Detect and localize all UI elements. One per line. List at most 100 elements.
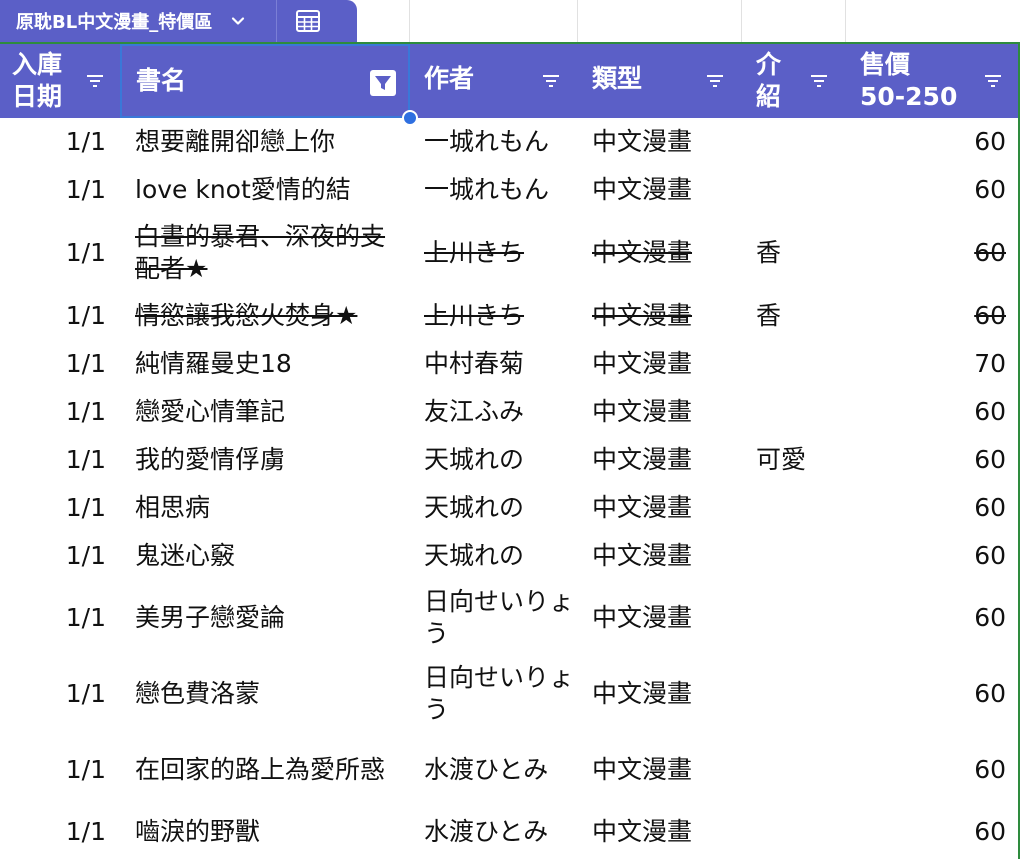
cell-date[interactable]: 1/1 (0, 292, 120, 340)
cell-date[interactable]: 1/1 (0, 388, 120, 436)
cell-price[interactable]: 60 (846, 292, 1018, 340)
cell-author[interactable]: 天城れの (410, 436, 578, 484)
table-row[interactable]: 1/1 白晝的暴君、深夜的支配者★ 上川きち 中文漫畫 香 60 (0, 214, 1018, 292)
table-row[interactable]: 1/1 戀色費洛蒙 日向せいりょう 中文漫畫 60 (0, 656, 1018, 732)
cell-price[interactable]: 60 (846, 532, 1018, 580)
filter-active-icon[interactable] (370, 70, 396, 96)
chevron-down-icon[interactable] (230, 13, 246, 29)
cell-author[interactable]: 天城れの (410, 484, 578, 532)
filter-icon[interactable] (542, 74, 560, 88)
column-header-author[interactable]: 作者 (410, 44, 578, 118)
table-name-dropdown[interactable]: 原耽BL中文漫畫_特價區 (0, 0, 277, 42)
table-row[interactable]: 1/1 純情羅曼史18 中村春菊 中文漫畫 70 (0, 340, 1018, 388)
cell-author[interactable]: 友江ふみ (410, 388, 578, 436)
cell-title[interactable]: 嚙淚的野獸 (122, 808, 408, 856)
cell-type[interactable]: 中文漫畫 (578, 436, 742, 484)
cell-price[interactable]: 60 (846, 388, 1018, 436)
cell-title[interactable]: 鬼迷心竅 (122, 532, 408, 580)
cell-type[interactable]: 中文漫畫 (578, 118, 742, 166)
table-row[interactable]: 1/1 在回家的路上為愛所惑 水渡ひとみ 中文漫畫 60 (0, 732, 1018, 808)
cell-date[interactable]: 1/1 (0, 340, 120, 388)
cell-note[interactable] (742, 484, 846, 532)
column-header-title[interactable]: 書名 (120, 44, 410, 118)
table-row[interactable]: 1/1 love knot愛情的結 一城れもん 中文漫畫 60 (0, 166, 1018, 214)
cell-type[interactable]: 中文漫畫 (578, 214, 742, 292)
cell-title[interactable]: love knot愛情的結 (122, 166, 408, 214)
cell-date[interactable]: 1/1 (0, 656, 120, 732)
cell-price[interactable]: 60 (846, 118, 1018, 166)
cell-note[interactable] (742, 656, 846, 732)
cell-price[interactable]: 60 (846, 808, 1018, 856)
filter-icon[interactable] (86, 74, 104, 88)
cell-price[interactable]: 60 (846, 732, 1018, 808)
cell-date[interactable]: 1/1 (0, 808, 120, 856)
cell-type[interactable]: 中文漫畫 (578, 484, 742, 532)
cell-price[interactable]: 60 (846, 214, 1018, 292)
cell-date[interactable]: 1/1 (0, 580, 120, 656)
cell-price[interactable]: 60 (846, 166, 1018, 214)
cell-note[interactable] (742, 388, 846, 436)
table-row[interactable]: 1/1 美男子戀愛論 日向せいりょう 中文漫畫 60 (0, 580, 1018, 656)
cell-date[interactable]: 1/1 (0, 166, 120, 214)
cell-author[interactable]: 上川きち (410, 214, 578, 292)
cell-type[interactable]: 中文漫畫 (578, 166, 742, 214)
column-header-date[interactable]: 入庫 日期 (0, 44, 120, 118)
table-row[interactable]: 1/1 戀愛心情筆記 友江ふみ 中文漫畫 60 (0, 388, 1018, 436)
table-view-icon[interactable] (295, 9, 321, 33)
column-header-note[interactable]: 介 紹 (742, 44, 846, 118)
cell-author[interactable]: 水渡ひとみ (410, 732, 578, 808)
cell-date[interactable]: 1/1 (0, 436, 120, 484)
cell-author[interactable]: 天城れの (410, 532, 578, 580)
cell-author[interactable]: 水渡ひとみ (410, 808, 578, 856)
cell-title[interactable]: 戀色費洛蒙 (122, 656, 408, 732)
table-row[interactable]: 1/1 情慾讓我慾火焚身★ 上川きち 中文漫畫 香 60 (0, 292, 1018, 340)
cell-note[interactable] (742, 732, 846, 808)
cell-note[interactable] (742, 580, 846, 656)
filter-icon[interactable] (706, 74, 724, 88)
table-chip[interactable]: 原耽BL中文漫畫_特價區 (0, 0, 357, 42)
cell-type[interactable]: 中文漫畫 (578, 732, 742, 808)
cell-price[interactable]: 60 (846, 436, 1018, 484)
filter-icon[interactable] (984, 74, 1002, 88)
cell-title[interactable]: 在回家的路上為愛所惑 (122, 732, 408, 808)
cell-note[interactable]: 香 (742, 292, 846, 340)
cell-date[interactable]: 1/1 (0, 532, 120, 580)
table-row[interactable]: 1/1 相思病 天城れの 中文漫畫 60 (0, 484, 1018, 532)
cell-title[interactable]: 白晝的暴君、深夜的支配者★ (122, 214, 408, 292)
cell-title[interactable]: 情慾讓我慾火焚身★ (122, 292, 408, 340)
table-row[interactable]: 1/1 想要離開卻戀上你 一城れもん 中文漫畫 60 (0, 118, 1018, 166)
cell-title[interactable]: 戀愛心情筆記 (122, 388, 408, 436)
cell-date[interactable]: 1/1 (0, 118, 120, 166)
cell-price[interactable]: 60 (846, 484, 1018, 532)
cell-author[interactable]: 一城れもん (410, 166, 578, 214)
cell-note[interactable] (742, 118, 846, 166)
cell-date[interactable]: 1/1 (0, 214, 120, 292)
cell-title[interactable]: 想要離開卻戀上你 (122, 118, 408, 166)
cell-price[interactable]: 60 (846, 656, 1018, 732)
filter-icon[interactable] (810, 74, 828, 88)
table-row[interactable]: 1/1 我的愛情俘虜 天城れの 中文漫畫 可愛 60 (0, 436, 1018, 484)
cell-type[interactable]: 中文漫畫 (578, 292, 742, 340)
cell-note[interactable] (742, 808, 846, 856)
cell-note[interactable] (742, 532, 846, 580)
table-row[interactable]: 1/1 嚙淚的野獸 水渡ひとみ 中文漫畫 60 (0, 808, 1018, 856)
cell-author[interactable]: 日向せいりょう (410, 580, 578, 656)
cell-price[interactable]: 70 (846, 340, 1018, 388)
cell-note[interactable]: 可愛 (742, 436, 846, 484)
cell-price[interactable]: 60 (846, 580, 1018, 656)
cell-title[interactable]: 美男子戀愛論 (122, 580, 408, 656)
table-row[interactable]: 1/1 鬼迷心竅 天城れの 中文漫畫 60 (0, 532, 1018, 580)
cell-date[interactable]: 1/1 (0, 484, 120, 532)
cell-type[interactable]: 中文漫畫 (578, 656, 742, 732)
selection-drag-handle[interactable] (402, 110, 418, 126)
cell-title[interactable]: 純情羅曼史18 (122, 340, 408, 388)
cell-author[interactable]: 中村春菊 (410, 340, 578, 388)
cell-note[interactable]: 香 (742, 214, 846, 292)
cell-date[interactable]: 1/1 (0, 732, 120, 808)
cell-author[interactable]: 日向せいりょう (410, 656, 578, 732)
cell-type[interactable]: 中文漫畫 (578, 532, 742, 580)
cell-title[interactable]: 相思病 (122, 484, 408, 532)
column-header-price[interactable]: 售價 50-250 (846, 44, 1018, 118)
cell-note[interactable] (742, 166, 846, 214)
column-header-type[interactable]: 類型 (578, 44, 742, 118)
